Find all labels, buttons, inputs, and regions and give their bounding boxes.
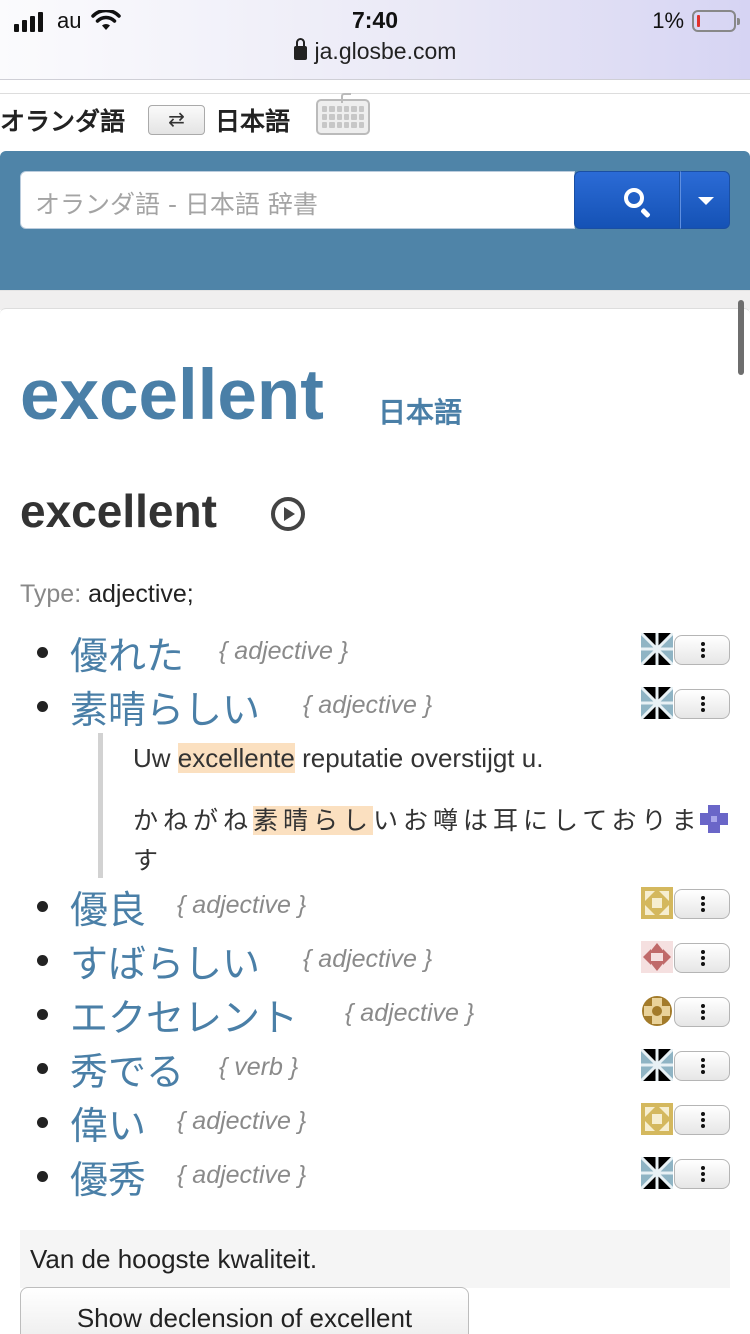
user-avatar-icon[interactable] <box>641 995 673 1027</box>
type-line: Type: adjective; <box>20 580 194 609</box>
part-of-speech: { adjective } <box>177 1161 307 1189</box>
battery-percent: 1% <box>652 8 684 33</box>
more-options-button[interactable] <box>674 1159 730 1189</box>
url-text: ja.glosbe.com <box>314 38 457 64</box>
search-button[interactable] <box>574 171 680 229</box>
battery-icon <box>692 10 740 32</box>
more-options-button[interactable] <box>674 689 730 719</box>
target-language[interactable]: 日本語 <box>215 102 290 138</box>
translation-item: 優秀 { adjective } <box>0 1149 750 1203</box>
address-bar[interactable]: ja.glosbe.com <box>0 38 750 65</box>
source-language[interactable]: オランダ語 <box>0 102 125 138</box>
type-value: adjective; <box>88 580 194 608</box>
translation-term[interactable]: すばらしい <box>70 933 260 988</box>
example-source: Uw excellente reputatie overstijgt u. <box>133 743 544 773</box>
more-options-button[interactable] <box>674 635 730 665</box>
part-of-speech: { adjective } <box>345 999 475 1027</box>
show-declension-button[interactable]: Show declension of excellent <box>20 1287 469 1334</box>
part-of-speech: { adjective } <box>303 945 433 973</box>
part-of-speech: { adjective } <box>177 891 307 919</box>
user-avatar-icon[interactable] <box>641 887 673 919</box>
definition-box: Van de hoogste kwaliteit. <box>20 1230 730 1288</box>
more-options-button[interactable] <box>674 943 730 973</box>
translation-term[interactable]: 優秀 <box>70 1149 146 1204</box>
scrollbar[interactable] <box>738 300 744 375</box>
user-avatar-icon[interactable] <box>641 941 673 973</box>
example-target: かねがね素晴らしいお噂は耳にしております <box>133 806 702 875</box>
part-of-speech: { verb } <box>219 1053 299 1081</box>
translation-item: 優良 { adjective } <box>0 879 750 933</box>
separator <box>0 290 750 310</box>
translation-term[interactable]: 秀でる <box>70 1041 184 1096</box>
more-options-button[interactable] <box>674 997 730 1027</box>
more-options-button[interactable] <box>674 1051 730 1081</box>
translation-item: 偉い { adjective } <box>0 1095 750 1149</box>
more-options-button[interactable] <box>674 889 730 919</box>
translation-term[interactable]: 優れた <box>70 625 184 680</box>
language-bar: オランダ語 ⇄ 日本語 <box>0 93 750 151</box>
part-of-speech: { adjective } <box>219 637 349 665</box>
part-of-speech: { adjective } <box>303 691 433 719</box>
search-icon <box>624 188 644 208</box>
translation-term[interactable]: エクセレント <box>70 987 298 1042</box>
user-avatar-icon[interactable] <box>698 803 730 835</box>
translation-item: 優れた { adjective } <box>0 625 750 679</box>
play-audio-icon[interactable] <box>271 497 305 531</box>
more-options-button[interactable] <box>674 1105 730 1135</box>
entry-word: excellent <box>20 485 217 537</box>
translation-item: エクセレント { adjective } <box>0 987 750 1041</box>
keyboard-icon[interactable] <box>316 93 370 135</box>
type-label: Type: <box>20 580 82 608</box>
part-of-speech: { adjective } <box>177 1107 307 1135</box>
page-title: excellent <box>20 356 324 435</box>
clock: 7:40 <box>351 7 399 33</box>
user-avatar-icon[interactable] <box>641 687 673 719</box>
highlight: excellente <box>177 743 295 773</box>
user-avatar-icon[interactable] <box>641 633 673 665</box>
status-right: 1% <box>652 8 740 34</box>
search-band: オランダ語 - 日本語 辞書 <box>0 151 750 291</box>
user-avatar-icon[interactable] <box>641 1049 673 1081</box>
search-options-dropdown[interactable] <box>680 171 730 229</box>
translation-item: 秀でる { verb } <box>0 1041 750 1095</box>
translation-item: すばらしい { adjective } <box>0 933 750 987</box>
lock-icon <box>293 38 307 60</box>
translation-item: 素晴らしい { adjective } <box>0 679 750 733</box>
translation-term[interactable]: 素晴らしい <box>70 679 260 734</box>
highlight: 素晴らし <box>253 806 374 835</box>
swap-languages-button[interactable]: ⇄ <box>148 105 205 135</box>
translation-term[interactable]: 偉い <box>70 1095 146 1150</box>
translation-term[interactable]: 優良 <box>70 879 146 934</box>
user-avatar-icon[interactable] <box>641 1157 673 1189</box>
example-sentence: Uw excellente reputatie overstijgt u. かね… <box>98 733 733 878</box>
status-bar: au 7:40 1% ja.glosbe.com <box>0 0 750 80</box>
page-title-language: 日本語 <box>378 396 463 429</box>
user-avatar-icon[interactable] <box>641 1103 673 1135</box>
search-input[interactable]: オランダ語 - 日本語 辞書 <box>20 171 575 229</box>
